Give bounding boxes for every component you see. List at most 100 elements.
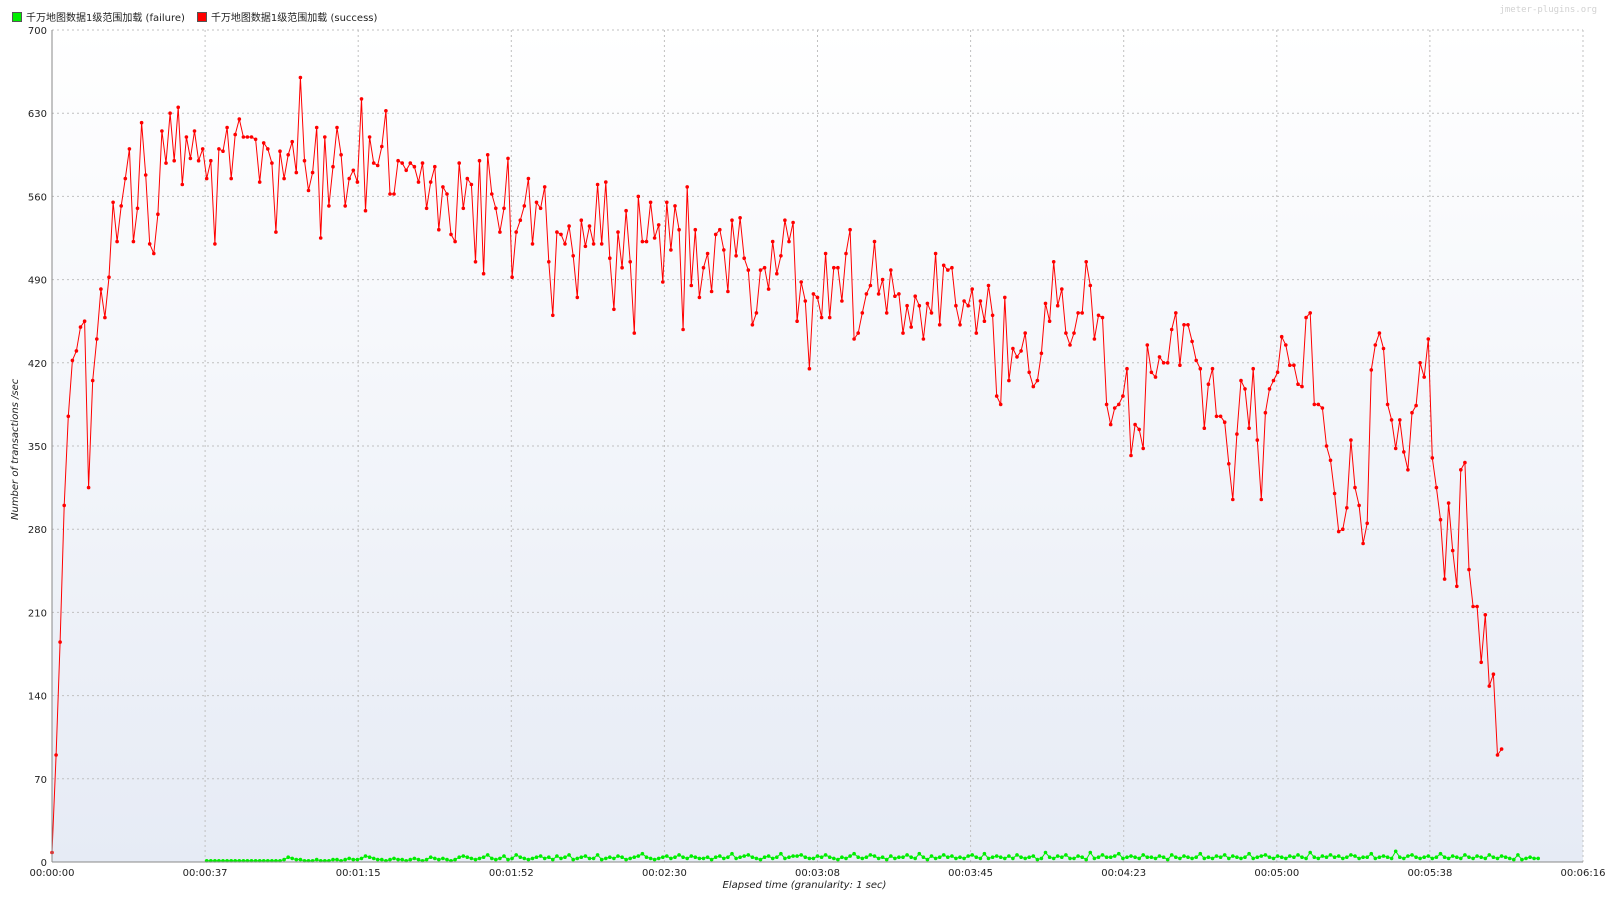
data-point [1442, 855, 1447, 859]
data-point [1043, 301, 1048, 306]
data-point [78, 325, 83, 329]
data-point [889, 268, 893, 272]
data-point [147, 242, 152, 246]
data-point [351, 857, 356, 862]
data-point [1479, 660, 1483, 665]
data-point [587, 224, 592, 228]
data-point [583, 854, 588, 858]
data-point [1186, 323, 1190, 327]
data-point [1096, 855, 1101, 859]
data-point [897, 855, 901, 859]
data-point [1275, 370, 1280, 375]
data-point [290, 856, 295, 861]
data-point [1202, 856, 1207, 861]
data-point [1528, 855, 1532, 859]
data-point [396, 857, 400, 862]
data-point [734, 254, 738, 258]
data-point [1463, 853, 1467, 857]
data-point [1365, 521, 1369, 526]
data-point [457, 855, 462, 859]
data-point [998, 402, 1003, 407]
data-point [868, 283, 873, 288]
data-point [1300, 855, 1304, 859]
data-point [844, 251, 848, 256]
data-point [306, 188, 311, 193]
data-point [913, 856, 917, 861]
x-tick-label: 00:05:00 [1254, 868, 1299, 879]
data-point [1019, 349, 1023, 353]
data-point [624, 208, 628, 213]
data-point [310, 170, 315, 175]
x-tick-label: 00:02:30 [642, 868, 687, 879]
y-tick-label: 560 [28, 192, 47, 203]
data-point [70, 358, 75, 363]
data-point [693, 227, 698, 232]
data-point [1336, 529, 1341, 534]
x-tick-label: 00:05:38 [1407, 868, 1452, 879]
data-point [490, 856, 494, 861]
data-point [1292, 363, 1296, 368]
data-point [644, 855, 649, 859]
data-point [1039, 351, 1044, 356]
data-point [355, 180, 360, 184]
data-point [1055, 854, 1060, 858]
data-point [119, 204, 123, 208]
data-point [1271, 856, 1276, 861]
data-point [1047, 319, 1052, 324]
data-point [856, 855, 860, 859]
data-point [412, 856, 417, 861]
y-axis-label: Number of transactions /sec [10, 378, 21, 520]
data-point [502, 206, 506, 211]
data-point [1308, 850, 1312, 855]
data-point [261, 141, 266, 145]
data-point [1267, 855, 1272, 859]
data-point [1304, 856, 1308, 861]
data-point [1353, 485, 1357, 490]
data-point [473, 857, 478, 862]
data-point [726, 289, 730, 294]
data-point [1015, 355, 1019, 359]
x-axis-label: Elapsed time (granularity: 1 sec) [722, 880, 887, 891]
data-point [791, 220, 795, 225]
data-point [1520, 857, 1524, 862]
data-point [1182, 854, 1186, 858]
data-point [66, 414, 71, 419]
data-point [1108, 422, 1113, 427]
data-point [1259, 497, 1264, 502]
data-point [1108, 855, 1113, 859]
data-point [359, 856, 364, 861]
data-point [958, 855, 962, 859]
data-point [103, 315, 107, 320]
data-point [1153, 375, 1158, 379]
data-point [1450, 548, 1455, 553]
data-point [1491, 672, 1496, 676]
data-point [1227, 462, 1231, 466]
data-point [1377, 331, 1382, 335]
data-point [1279, 855, 1284, 859]
data-point [229, 176, 233, 181]
data-point [563, 855, 567, 859]
data-point [770, 239, 775, 244]
data-point [111, 200, 115, 205]
data-point [1243, 387, 1247, 391]
data-point [1137, 856, 1141, 861]
data-point [685, 856, 689, 861]
data-point [1125, 855, 1129, 859]
y-tick-label: 70 [34, 775, 47, 786]
data-point [905, 853, 909, 857]
data-point [172, 158, 176, 163]
data-point [1491, 855, 1496, 859]
data-point [1100, 315, 1105, 320]
data-point [204, 176, 209, 181]
data-point [799, 853, 803, 857]
data-point [827, 855, 832, 859]
data-point [620, 265, 624, 270]
data-point [970, 287, 974, 291]
data-point [461, 854, 466, 858]
data-point [832, 856, 836, 861]
data-point [1015, 853, 1019, 857]
data-point [1487, 684, 1492, 688]
data-point [1361, 855, 1365, 859]
data-point [1129, 453, 1133, 458]
data-point [856, 331, 860, 335]
